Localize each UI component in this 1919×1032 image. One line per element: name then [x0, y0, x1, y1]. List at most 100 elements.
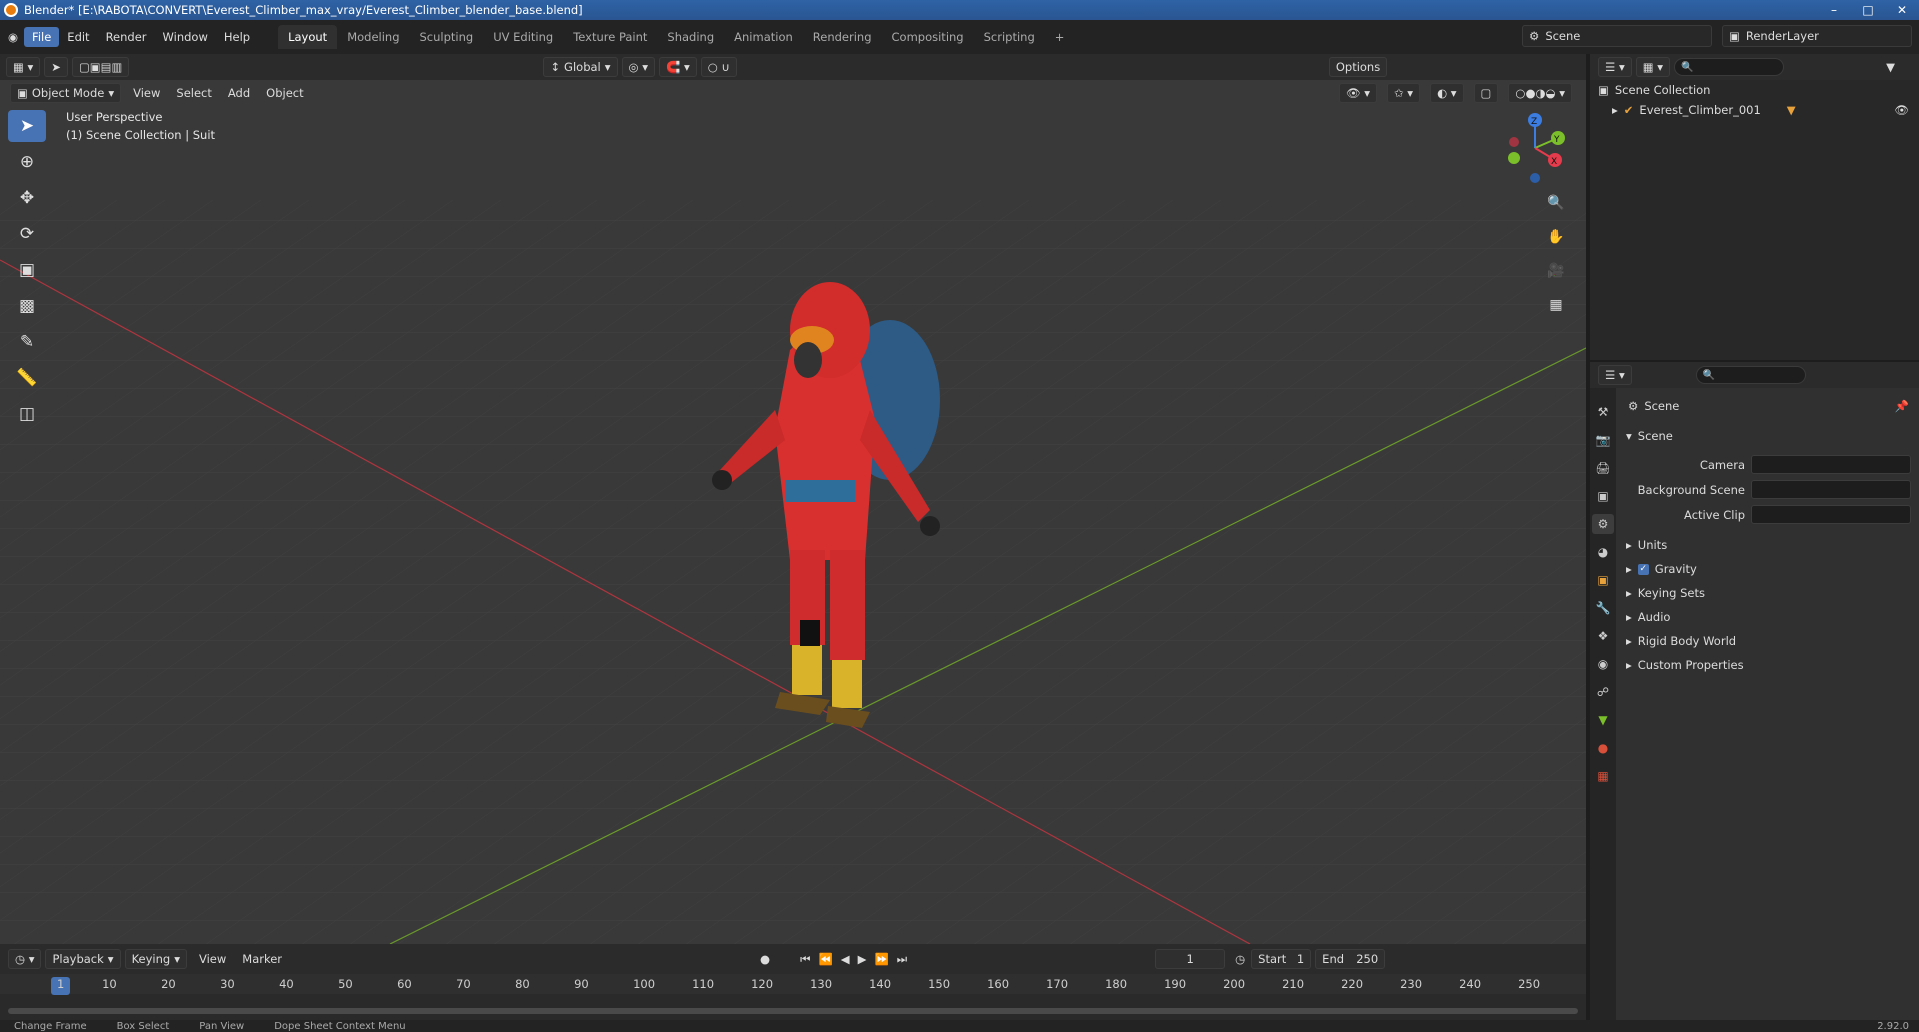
- gravity-panel[interactable]: ▸ ✓ Gravity: [1616, 557, 1919, 581]
- mode-dropdown[interactable]: ▣ Object Mode ▾: [10, 83, 122, 103]
- camera-field[interactable]: [1751, 455, 1911, 474]
- render-tab-icon[interactable]: 📷: [1592, 430, 1614, 450]
- playback-controls[interactable]: ⏮⏪◀▶⏩⏭: [800, 952, 915, 967]
- shading-modes-icon[interactable]: ○●◑◒ ▾: [1508, 83, 1572, 103]
- rotate-tool-icon[interactable]: ⟳: [8, 218, 46, 250]
- timeline-menu-marker[interactable]: Marker: [234, 949, 290, 969]
- select-tool-button[interactable]: ➤: [44, 57, 68, 77]
- move-tool-icon[interactable]: ✥: [8, 182, 46, 214]
- timeline-scrollbar[interactable]: [8, 1008, 1578, 1014]
- outliner-row-object[interactable]: ▸ ✔ Everest_Climber_001 ▼ 👁: [1590, 100, 1919, 120]
- camera-view-icon[interactable]: 🎥: [1543, 258, 1569, 284]
- transform-orientation-dropdown[interactable]: ↕ Global ▾: [543, 57, 618, 77]
- viewport-menu-object[interactable]: Object: [258, 83, 311, 103]
- viewport-menu-select[interactable]: Select: [168, 83, 219, 103]
- audio-panel[interactable]: ▸ Audio: [1616, 605, 1919, 629]
- visibility-eye-icon[interactable]: 👁: [1894, 103, 1909, 117]
- tab-animation[interactable]: Animation: [724, 25, 803, 49]
- frame-ruler[interactable]: 1 10 20 30 40 50 60 70 80 90 100 110 120 130 140 150 160…: [0, 974, 1586, 995]
- pivot-dropdown[interactable]: ◎ ▾: [621, 57, 655, 77]
- pin-icon[interactable]: 📌: [1895, 399, 1909, 413]
- tab-rendering[interactable]: Rendering: [803, 25, 882, 49]
- close-button[interactable]: ✕: [1885, 0, 1919, 20]
- editor-type-button[interactable]: ▦ ▾: [6, 57, 41, 77]
- 3d-viewport[interactable]: ➤ ⊕ ✥ ⟳ ▣ ▩ ✎ 📏 ◫ ▣ Object Mode ▾ View S…: [0, 80, 1586, 944]
- menu-render[interactable]: Render: [98, 27, 155, 47]
- timeline-editor-type-button[interactable]: ◷ ▾: [8, 949, 42, 969]
- gravity-checkbox[interactable]: ✓: [1637, 563, 1649, 575]
- proportional-edit-toggle[interactable]: ○ ∪: [700, 57, 737, 77]
- world-tab-icon[interactable]: ◕: [1592, 542, 1614, 562]
- options-dropdown[interactable]: Options: [1328, 57, 1388, 77]
- record-icon[interactable]: ●: [760, 952, 770, 966]
- filter-icon[interactable]: ▼: [1886, 60, 1895, 74]
- renderlayer-selector[interactable]: ▣ RenderLayer: [1722, 25, 1912, 47]
- viewport-menu-view[interactable]: View: [125, 83, 168, 103]
- tab-scripting[interactable]: Scripting: [974, 25, 1045, 49]
- add-cube-tool-icon[interactable]: ◫: [8, 398, 46, 430]
- physics-tab-icon[interactable]: ◉: [1592, 654, 1614, 674]
- properties-search-input[interactable]: 🔍: [1695, 366, 1806, 384]
- outliner-editor-type-button[interactable]: ☰ ▾: [1598, 57, 1632, 77]
- blender-menu-icon[interactable]: ◉: [8, 30, 18, 44]
- select-mode-buttons[interactable]: ▢▣▤▥: [71, 57, 130, 77]
- pan-hand-icon[interactable]: ✋: [1543, 224, 1569, 250]
- timeline[interactable]: 1 10 20 30 40 50 60 70 80 90 100 110 120 130 140 150 160…: [0, 974, 1586, 1020]
- minimize-button[interactable]: –: [1817, 0, 1851, 20]
- menu-help[interactable]: Help: [216, 27, 258, 47]
- visibility-icon[interactable]: 👁 ▾: [1338, 83, 1377, 103]
- tab-uv-editing[interactable]: UV Editing: [483, 25, 563, 49]
- modifier-tab-icon[interactable]: 🔧: [1592, 598, 1614, 618]
- select-box-tool-icon[interactable]: ➤: [8, 110, 46, 142]
- material-tab-icon[interactable]: ●: [1592, 738, 1614, 758]
- outliner-row-collection[interactable]: ▣ Scene Collection: [1590, 80, 1919, 100]
- properties-editor-type-button[interactable]: ☰ ▾: [1598, 365, 1632, 385]
- end-frame-field[interactable]: End 250: [1315, 949, 1386, 969]
- tab-modeling[interactable]: Modeling: [337, 25, 409, 49]
- cursor-tool-icon[interactable]: ⊕: [8, 146, 46, 178]
- scene-panel-header[interactable]: ▾ Scene: [1616, 424, 1919, 448]
- maximize-button[interactable]: □: [1851, 0, 1885, 20]
- outliner-search-input[interactable]: 🔍: [1674, 58, 1785, 76]
- zoom-icon[interactable]: 🔍: [1543, 190, 1569, 216]
- current-frame-field[interactable]: 1: [1155, 949, 1226, 969]
- tool-tab-icon[interactable]: ⚒: [1592, 402, 1614, 422]
- overlay-toggle-icon[interactable]: ◐ ▾: [1430, 83, 1464, 103]
- tab-sculpting[interactable]: Sculpting: [410, 25, 484, 49]
- tab-layout[interactable]: Layout: [278, 25, 338, 49]
- playback-dropdown[interactable]: Playback ▾: [45, 949, 121, 969]
- measure-tool-icon[interactable]: 📏: [8, 362, 46, 394]
- climber-model[interactable]: [680, 260, 980, 780]
- viewport-menu-add[interactable]: Add: [220, 83, 258, 103]
- scene-selector[interactable]: ⚙ Scene: [1522, 25, 1712, 47]
- add-workspace-button[interactable]: +: [1045, 25, 1075, 49]
- expand-arrow-icon[interactable]: ▸: [1612, 103, 1618, 117]
- scene-tab-icon[interactable]: ⚙: [1592, 514, 1614, 534]
- ortho-grid-icon[interactable]: ▦: [1543, 292, 1569, 318]
- display-mode-button[interactable]: ▦ ▾: [1635, 57, 1671, 77]
- scale-tool-icon[interactable]: ▣: [8, 254, 46, 286]
- annotate-tool-icon[interactable]: ✎: [8, 326, 46, 358]
- gizmo-toggle-icon[interactable]: ✩ ▾: [1387, 83, 1421, 103]
- data-tab-icon[interactable]: ▼: [1592, 710, 1614, 730]
- navigation-gizmo[interactable]: Z Y X: [1500, 110, 1570, 186]
- constraints-tab-icon[interactable]: ☍: [1592, 682, 1614, 702]
- tab-compositing[interactable]: Compositing: [882, 25, 974, 49]
- transform-tool-icon[interactable]: ▩: [8, 290, 46, 322]
- object-tab-icon[interactable]: ▣: [1592, 570, 1614, 590]
- texture-tab-icon[interactable]: ▦: [1592, 766, 1614, 786]
- active-clip-field[interactable]: [1751, 505, 1911, 524]
- custom-properties-panel[interactable]: ▸ Custom Properties: [1616, 653, 1919, 677]
- snap-toggle[interactable]: 🧲 ▾: [658, 57, 697, 77]
- rigid-body-world-panel[interactable]: ▸ Rigid Body World: [1616, 629, 1919, 653]
- view-layer-tab-icon[interactable]: ▣: [1592, 486, 1614, 506]
- units-panel[interactable]: ▸ Units: [1616, 533, 1919, 557]
- menu-file[interactable]: File: [24, 27, 60, 47]
- menu-edit[interactable]: Edit: [59, 27, 97, 47]
- keying-dropdown[interactable]: Keying ▾: [124, 949, 187, 969]
- particles-tab-icon[interactable]: ❖: [1592, 626, 1614, 646]
- timeline-menu-view[interactable]: View: [191, 949, 234, 969]
- keying-sets-panel[interactable]: ▸ Keying Sets: [1616, 581, 1919, 605]
- menu-window[interactable]: Window: [155, 27, 216, 47]
- output-tab-icon[interactable]: 🖨: [1592, 458, 1614, 478]
